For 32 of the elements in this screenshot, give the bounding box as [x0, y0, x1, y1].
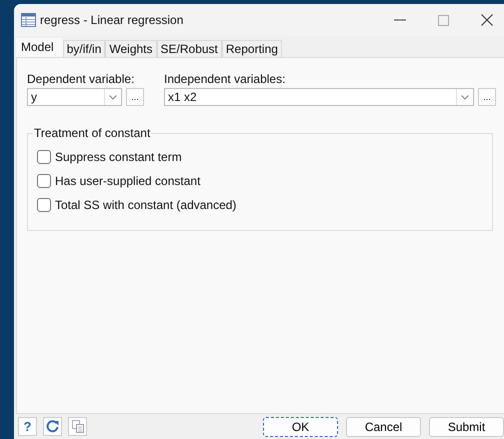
dialog-button[interactable]: OK [263, 416, 338, 436]
dropdown-field[interactable]: y [27, 88, 122, 106]
close-icon[interactable] [481, 14, 493, 26]
tab[interactable]: Model [16, 38, 63, 57]
dropdown-field[interactable]: x1 x2 [164, 88, 474, 106]
checkbox-label: Suppress constant term [55, 150, 182, 164]
chevron-down-icon [461, 94, 469, 100]
tab[interactable]: Weights [105, 40, 157, 57]
tab[interactable]: SE/Robust [156, 40, 222, 57]
checkbox[interactable] [37, 150, 51, 164]
copy-icon [72, 420, 84, 433]
window-title: regress - Linear regression [40, 13, 184, 27]
minimize-icon[interactable] [394, 19, 406, 21]
dialog-button[interactable]: Cancel [346, 416, 421, 436]
group-title: Treatment of constant [33, 126, 152, 140]
checkbox[interactable] [37, 174, 51, 188]
tab[interactable]: by/if/in [62, 40, 106, 57]
browse-button[interactable]: ... [478, 88, 496, 106]
tab[interactable]: Reporting [222, 40, 282, 57]
table-icon [21, 13, 36, 27]
field-label: Dependent variable: [27, 72, 136, 86]
copy-button[interactable] [68, 417, 87, 436]
checkbox-label: Has user-supplied constant [55, 174, 200, 188]
chevron-down-icon [109, 94, 117, 100]
help-button[interactable]: ? [18, 417, 37, 436]
checkbox[interactable] [37, 198, 51, 212]
refresh-icon [46, 420, 59, 433]
dialog-button[interactable]: Submit [429, 416, 504, 436]
browse-button[interactable]: ... [126, 88, 144, 106]
field-label: Independent variables: [164, 72, 286, 86]
checkbox-label: Total SS with constant (advanced) [55, 198, 236, 212]
reset-button[interactable] [43, 417, 62, 436]
